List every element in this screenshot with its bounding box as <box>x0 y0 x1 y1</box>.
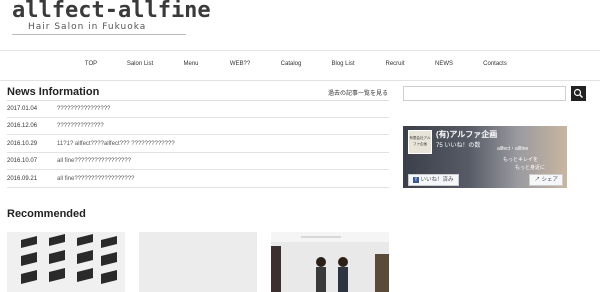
news-date: 2016.10.07 <box>7 158 38 164</box>
recommended-card-image <box>7 232 125 292</box>
nav-item-news[interactable]: NEWS <box>435 61 453 67</box>
nav-item-contacts[interactable]: Contacts <box>483 61 507 67</box>
facebook-page-name[interactable]: (有)アルファ企画 <box>436 129 497 140</box>
news-section-title: News Information <box>7 86 100 98</box>
facebook-cover-text: もっとキレイを <box>503 157 539 163</box>
news-title[interactable]: 11?1? allfect????allfect??? ????????????… <box>57 141 175 147</box>
facebook-icon: f <box>413 176 419 183</box>
news-date: 2016.10.29 <box>7 141 38 147</box>
news-row[interactable]: 2017.01.04 ???????????????? <box>7 101 389 118</box>
recommended-card[interactable] <box>139 232 257 292</box>
logo-divider <box>12 34 186 35</box>
news-date: 2016.12.06 <box>7 123 38 129</box>
nav-item-top[interactable]: TOP <box>85 61 97 67</box>
news-row[interactable]: 2016.10.29 11?1? allfect????allfect??? ?… <box>7 136 389 153</box>
facebook-like-label: いいね！済み <box>420 177 454 183</box>
facebook-page-widget[interactable]: 有限会社アルファ企画 (有)アルファ企画 75 いいね！の数 allfect・a… <box>403 126 567 188</box>
news-title[interactable]: all fine????????????????? <box>57 158 131 164</box>
nav-item-recruit[interactable]: Recruit <box>385 61 404 67</box>
search-button[interactable] <box>571 86 586 101</box>
search-input[interactable] <box>403 86 566 101</box>
news-title[interactable]: ?????????????? <box>57 123 104 129</box>
nav-item-catalog[interactable]: Catalog <box>281 61 302 67</box>
share-icon: ↗ <box>534 177 540 183</box>
recommended-card[interactable] <box>7 232 125 292</box>
nav-item-salon-list[interactable]: Salon List <box>127 61 153 67</box>
news-row[interactable]: 2016.09.21 all fine?????????????????? <box>7 171 389 188</box>
site-header: allfect-allfine Hair Salon in Fukuoka <box>0 0 600 48</box>
facebook-like-count: 75 いいね！の数 <box>436 143 481 149</box>
nav-item-web[interactable]: WEB?? <box>230 61 250 67</box>
facebook-page-avatar[interactable]: 有限会社アルファ企画 <box>408 130 432 154</box>
nav-item-blog-list[interactable]: Blog List <box>331 61 354 67</box>
news-date: 2017.01.04 <box>7 106 38 112</box>
news-date: 2016.09.21 <box>7 176 38 182</box>
site-logo[interactable]: allfect-allfine <box>12 0 211 24</box>
main-nav: TOP Salon List Menu WEB?? Catalog Blog L… <box>0 50 600 81</box>
news-title[interactable]: ???????????????? <box>57 106 110 112</box>
nav-item-menu[interactable]: Menu <box>183 61 198 67</box>
news-row[interactable]: 2016.10.07 all fine????????????????? <box>7 153 389 170</box>
facebook-cover-text: もっと身近に <box>515 165 546 171</box>
site-tagline: Hair Salon in Fukuoka <box>28 22 147 32</box>
facebook-like-button[interactable]: f いいね！済み <box>408 174 459 186</box>
facebook-cover-text: allfect・allfine <box>497 146 529 152</box>
search-icon <box>573 88 583 98</box>
recommended-title: Recommended <box>7 208 86 220</box>
recommended-card-image <box>271 232 389 292</box>
facebook-share-button[interactable]: ↗ シェア <box>529 174 563 186</box>
facebook-share-label: シェア <box>541 177 558 183</box>
recommended-card[interactable] <box>271 232 389 292</box>
news-row[interactable]: 2016.12.06 ?????????????? <box>7 118 389 135</box>
news-archive-link[interactable]: 過去の記事一覧を見る <box>328 88 388 97</box>
news-title[interactable]: all fine?????????????????? <box>57 176 134 182</box>
